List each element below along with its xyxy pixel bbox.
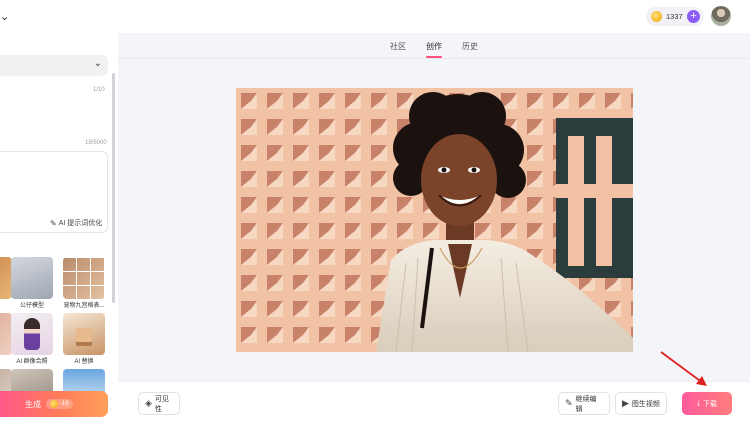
tab-divider	[118, 58, 750, 59]
image-to-video-label: 图生视频	[631, 400, 660, 408]
coin-icon	[651, 11, 662, 22]
template-card-pet-grid[interactable]	[63, 257, 105, 299]
download-label: 下载	[703, 400, 718, 408]
prompt-char-counter: 18/5000	[85, 140, 107, 146]
template-label: AI 群像合照	[16, 359, 48, 365]
tab-create[interactable]: 创作	[426, 33, 442, 58]
top-header: ⌄ 1337 +	[0, 0, 750, 33]
template-label: 公仔模型	[19, 303, 44, 309]
template-label: AI 替换	[74, 359, 94, 365]
left-panel-scrollbar[interactable]	[112, 73, 115, 303]
generated-image[interactable]	[236, 88, 633, 352]
tab-history[interactable]: 历史	[462, 33, 478, 58]
ai-optimize-button[interactable]: ✎ AI 提示词优化	[50, 218, 102, 228]
main-canvas-area: 社区 创作 历史	[118, 33, 750, 381]
coin-icon	[50, 400, 58, 408]
collapse-chevron-icon[interactable]: ⌄	[0, 10, 9, 23]
chevron-down-icon: ⌄	[93, 58, 102, 69]
generate-cost: -16	[46, 399, 73, 409]
bottom-toolbar: ◈ 可见性 ✎ 继续编辑 ▶ 图生视频 ⤓ 下载	[118, 381, 750, 424]
add-credits-button[interactable]: +	[687, 10, 700, 23]
generate-button[interactable]: 生成 -16	[0, 391, 108, 417]
credit-balance[interactable]: 1337 +	[646, 7, 704, 26]
template-card-replace[interactable]	[63, 313, 105, 355]
tab-community[interactable]: 社区	[390, 33, 406, 58]
download-icon: ⤓	[696, 399, 701, 407]
pencil-icon: ✎	[565, 398, 573, 408]
download-button[interactable]: ⤓ 下载	[682, 392, 732, 415]
template-label: 宠物九宫格表...	[63, 303, 105, 309]
title-char-counter: 1/10	[93, 87, 105, 93]
continue-edit-label: 继续编辑	[575, 395, 597, 413]
visibility-label: 可见性	[154, 395, 169, 413]
model-select[interactable]: ⌄	[0, 55, 108, 76]
visibility-button[interactable]: ◈ 可见性	[138, 392, 180, 415]
continue-edit-button[interactable]: ✎ 继续编辑	[558, 392, 610, 415]
generate-label: 生成	[25, 399, 41, 409]
play-icon: ▶	[622, 398, 629, 408]
template-card-group-photo[interactable]	[11, 313, 53, 355]
user-avatar[interactable]	[711, 6, 731, 26]
wand-icon: ✎	[50, 218, 57, 228]
credit-count: 1337	[666, 12, 683, 21]
template-card-figure[interactable]	[11, 257, 53, 299]
image-to-video-button[interactable]: ▶ 图生视频	[615, 392, 667, 415]
tab-bar: 社区 创作 历史	[118, 33, 750, 58]
ai-optimize-label: AI 提示词优化	[58, 220, 103, 227]
visibility-icon: ◈	[145, 398, 152, 408]
left-panel: ⌄ 1/10 18/5000 ✎ AI 提示词优化 公仔模型 宠物九宫格表...…	[0, 33, 118, 424]
